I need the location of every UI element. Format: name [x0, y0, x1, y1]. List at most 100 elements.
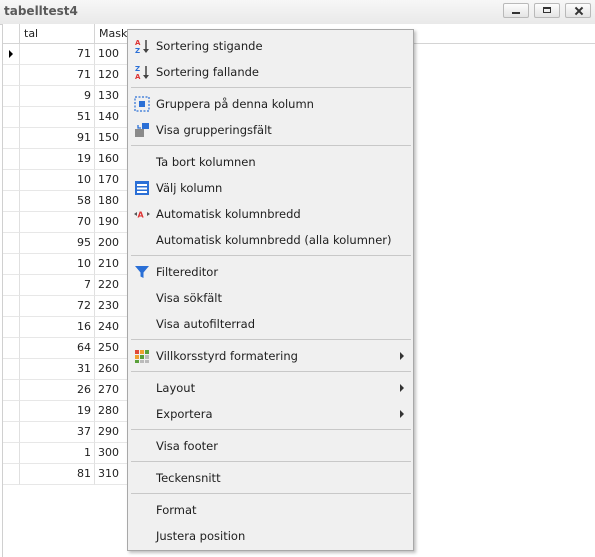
menu-item-conditional-formatting[interactable]: Villkorsstyrd formatering [128, 344, 413, 368]
cell-maskin[interactable]: 290 [95, 422, 129, 443]
cell-tal[interactable]: 9 [20, 86, 95, 107]
cell-maskin[interactable]: 120 [95, 65, 129, 86]
table-row[interactable]: 9 130 [3, 86, 129, 107]
table-row[interactable]: 51 140 [3, 107, 129, 128]
cell-tal[interactable]: 7 [20, 275, 95, 296]
table-row[interactable]: 58 180 [3, 191, 129, 212]
row-indicator[interactable] [3, 86, 20, 107]
cell-tal[interactable]: 71 [20, 65, 95, 86]
cell-maskin[interactable]: 240 [95, 317, 129, 338]
cell-tal[interactable]: 19 [20, 401, 95, 422]
row-indicator[interactable] [3, 128, 20, 149]
row-indicator[interactable] [3, 359, 20, 380]
row-indicator[interactable] [3, 254, 20, 275]
menu-item-export[interactable]: Exportera [128, 402, 413, 426]
cell-maskin[interactable]: 100 [95, 44, 129, 65]
table-row[interactable]: 95 200 [3, 233, 129, 254]
menu-item-format[interactable]: Format [128, 498, 413, 522]
cell-maskin[interactable]: 200 [95, 233, 129, 254]
cell-maskin[interactable]: 150 [95, 128, 129, 149]
cell-tal[interactable]: 95 [20, 233, 95, 254]
row-indicator[interactable] [3, 296, 20, 317]
table-row[interactable]: 64 250 [3, 338, 129, 359]
cell-tal[interactable]: 64 [20, 338, 95, 359]
row-indicator[interactable] [3, 380, 20, 401]
cell-tal[interactable]: 81 [20, 464, 95, 485]
row-indicator[interactable] [3, 317, 20, 338]
table-row[interactable]: 71 100 [3, 44, 129, 65]
cell-maskin[interactable]: 170 [95, 170, 129, 191]
table-row[interactable]: 19 160 [3, 149, 129, 170]
cell-tal[interactable]: 71 [20, 44, 95, 65]
cell-tal[interactable]: 58 [20, 191, 95, 212]
maximize-button[interactable] [534, 3, 560, 18]
cell-maskin[interactable]: 180 [95, 191, 129, 212]
row-indicator[interactable] [3, 422, 20, 443]
menu-item-show-footer[interactable]: Visa footer [128, 434, 413, 458]
cell-maskin[interactable]: 140 [95, 107, 129, 128]
cell-tal[interactable]: 1 [20, 443, 95, 464]
table-row[interactable]: 37 290 [3, 422, 129, 443]
menu-item-show-search[interactable]: Visa sökfält [128, 286, 413, 310]
row-indicator[interactable] [3, 170, 20, 191]
row-indicator[interactable] [3, 149, 20, 170]
table-row[interactable]: 10 170 [3, 170, 129, 191]
menu-item-filter-editor[interactable]: Filtereditor [128, 260, 413, 284]
cell-maskin[interactable]: 250 [95, 338, 129, 359]
row-indicator[interactable] [3, 44, 20, 65]
cell-maskin[interactable]: 300 [95, 443, 129, 464]
row-indicator[interactable] [3, 233, 20, 254]
row-indicator[interactable] [3, 275, 20, 296]
cell-tal[interactable]: 10 [20, 170, 95, 191]
minimize-button[interactable] [503, 3, 529, 18]
table-row[interactable]: 1 300 [3, 443, 129, 464]
cell-maskin[interactable]: 280 [95, 401, 129, 422]
table-row[interactable]: 31 260 [3, 359, 129, 380]
row-indicator[interactable] [3, 401, 20, 422]
cell-maskin[interactable]: 270 [95, 380, 129, 401]
table-row[interactable]: 91 150 [3, 128, 129, 149]
cell-maskin[interactable]: 130 [95, 86, 129, 107]
menu-item-sort-descending[interactable]: Z A Sortering fallande [128, 60, 413, 84]
cell-maskin[interactable]: 260 [95, 359, 129, 380]
menu-item-show-group-field[interactable]: Visa grupperingsfält [128, 118, 413, 142]
table-row[interactable]: 71 120 [3, 65, 129, 86]
cell-tal[interactable]: 91 [20, 128, 95, 149]
table-row[interactable]: 70 190 [3, 212, 129, 233]
menu-item-group-by-column[interactable]: Gruppera på denna kolumn [128, 92, 413, 116]
close-button[interactable] [565, 3, 591, 18]
menu-item-auto-column-width[interactable]: A Automatisk kolumnbredd [128, 202, 413, 226]
cell-tal[interactable]: 31 [20, 359, 95, 380]
table-row[interactable]: 10 210 [3, 254, 129, 275]
row-indicator[interactable] [3, 212, 20, 233]
menu-item-remove-column[interactable]: Ta bort kolumnen [128, 150, 413, 174]
menu-item-auto-column-width-all[interactable]: Automatisk kolumnbredd (alla kolumner) [128, 228, 413, 252]
menu-item-show-autofilter-row[interactable]: Visa autofilterrad [128, 312, 413, 336]
cell-tal[interactable]: 26 [20, 380, 95, 401]
cell-tal[interactable]: 16 [20, 317, 95, 338]
row-indicator[interactable] [3, 338, 20, 359]
cell-tal[interactable]: 19 [20, 149, 95, 170]
cell-maskin[interactable]: 210 [95, 254, 129, 275]
table-row[interactable]: 81 310 [3, 464, 129, 485]
row-indicator[interactable] [3, 65, 20, 86]
row-indicator[interactable] [3, 107, 20, 128]
cell-maskin[interactable]: 230 [95, 296, 129, 317]
table-row[interactable]: 72 230 [3, 296, 129, 317]
column-header-tal[interactable]: tal [20, 24, 95, 44]
row-indicator[interactable] [3, 464, 20, 485]
cell-maskin[interactable]: 190 [95, 212, 129, 233]
cell-maskin[interactable]: 220 [95, 275, 129, 296]
menu-item-adjust-position[interactable]: Justera position [128, 524, 413, 548]
row-indicator[interactable] [3, 191, 20, 212]
menu-item-sort-ascending[interactable]: A Z Sortering stigande [128, 34, 413, 58]
menu-item-font[interactable]: Teckensnitt [128, 466, 413, 490]
cell-maskin[interactable]: 310 [95, 464, 129, 485]
cell-tal[interactable]: 37 [20, 422, 95, 443]
table-row[interactable]: 16 240 [3, 317, 129, 338]
cell-tal[interactable]: 51 [20, 107, 95, 128]
cell-tal[interactable]: 72 [20, 296, 95, 317]
row-indicator[interactable] [3, 443, 20, 464]
table-row[interactable]: 19 280 [3, 401, 129, 422]
menu-item-layout[interactable]: Layout [128, 376, 413, 400]
